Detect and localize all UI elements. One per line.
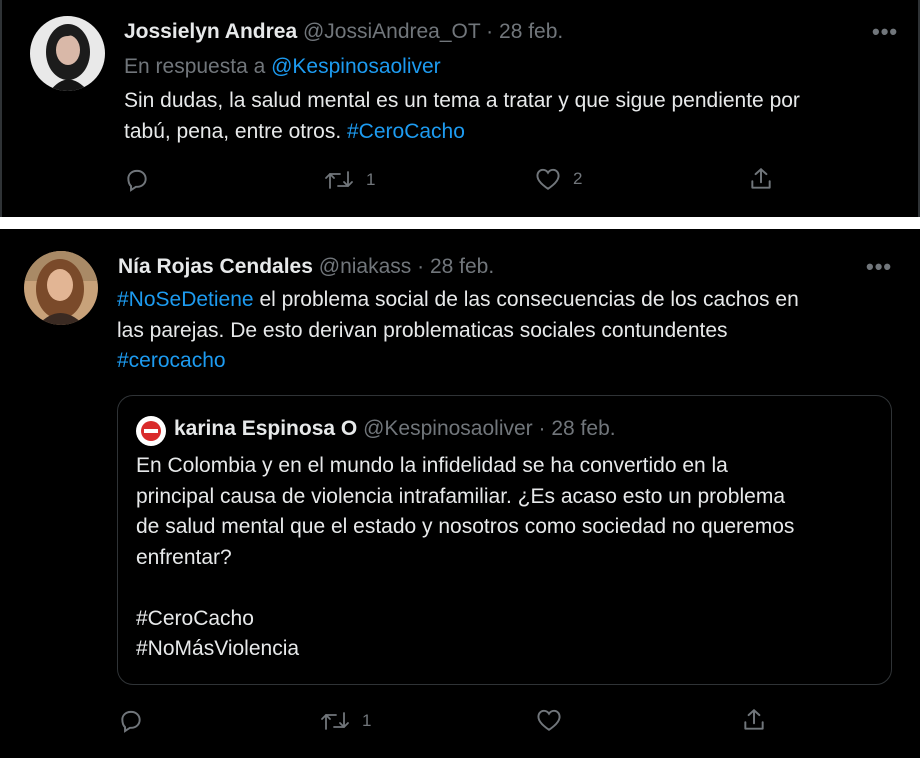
quote-author-name[interactable]: karina Espinosa O xyxy=(174,417,357,440)
author-name[interactable]: Jossielyn Andrea xyxy=(124,20,297,43)
more-icon[interactable]: ••• xyxy=(872,19,898,45)
quote-author-handle[interactable]: @Kespinosaoliver xyxy=(363,417,533,440)
reply-button[interactable] xyxy=(124,166,150,192)
author-name[interactable]: Nía Rojas Cendales xyxy=(118,255,313,278)
share-icon xyxy=(751,168,771,189)
like-icon xyxy=(536,168,560,190)
like-button[interactable]: 2 xyxy=(535,167,582,191)
text-line: las parejas. De esto derivan problematic… xyxy=(117,318,728,342)
more-icon[interactable]: ••• xyxy=(866,254,892,280)
text-line: el problema social de las consecuencias … xyxy=(259,288,799,311)
like-icon xyxy=(537,709,561,731)
retweet-count: 1 xyxy=(366,170,376,189)
avatar[interactable] xyxy=(30,16,105,91)
retweet-icon xyxy=(325,171,353,189)
retweet-count: 1 xyxy=(362,711,372,730)
tweet-nia[interactable]: Nía Rojas Cendales @niakass · 28 feb. ••… xyxy=(0,229,920,758)
tweet-jossielyn[interactable]: Jossielyn Andrea @JossiAndrea_OT · 28 fe… xyxy=(0,0,920,217)
reply-mention[interactable]: @Kespinosaoliver xyxy=(271,55,441,78)
text-line: enfrentar? xyxy=(136,545,232,569)
tweet-text: Sin dudas, la salud mental es un tema a … xyxy=(124,86,800,147)
quote-avatar[interactable] xyxy=(136,416,166,446)
like-button[interactable] xyxy=(536,708,562,732)
retweet-icon xyxy=(321,712,349,730)
quoted-tweet[interactable]: karina Espinosa O @Kespinosaoliver · 28 … xyxy=(117,395,892,685)
avatar[interactable] xyxy=(24,251,98,325)
reply-prefix: En respuesta a xyxy=(124,55,266,78)
reply-icon xyxy=(121,710,141,733)
text-line: principal causa de violencia intrafamili… xyxy=(136,484,786,508)
tweet-date[interactable]: 28 feb. xyxy=(430,255,494,278)
separator: · xyxy=(486,20,494,43)
hashtag[interactable]: #cerocacho xyxy=(117,349,226,372)
reply-button[interactable] xyxy=(118,707,144,733)
separator: · xyxy=(538,417,546,440)
text-line: tabú, pena, entre otros. xyxy=(124,119,342,143)
author-handle[interactable]: @niakass xyxy=(319,255,412,278)
text-line: Sin dudas, la salud mental es un tema a … xyxy=(124,89,800,112)
reply-icon xyxy=(127,169,147,192)
text-line: En Colombia y en el mundo la infidelidad… xyxy=(136,454,728,477)
quote-text: En Colombia y en el mundo la infidelidad… xyxy=(136,451,794,665)
tweet-text: #NoSeDetiene el problema social de las c… xyxy=(117,285,799,377)
retweet-button[interactable]: 1 xyxy=(320,709,371,733)
separator: · xyxy=(417,255,425,278)
tweet-date[interactable]: 28 feb. xyxy=(499,20,563,43)
quote-date[interactable]: 28 feb. xyxy=(551,417,615,440)
like-count: 2 xyxy=(573,169,583,188)
share-button[interactable] xyxy=(741,707,767,733)
author-handle[interactable]: @JossiAndrea_OT xyxy=(303,20,480,43)
hashtag[interactable]: #NoSeDetiene xyxy=(117,288,254,311)
hashtag[interactable]: #NoMásViolencia xyxy=(136,634,794,665)
retweet-button[interactable]: 1 xyxy=(324,168,375,192)
text-line: de salud mental que el estado y nosotros… xyxy=(136,515,795,538)
hashtag[interactable]: #CeroCacho xyxy=(347,120,465,143)
share-icon xyxy=(744,709,764,730)
hashtag[interactable]: #CeroCacho xyxy=(136,604,794,635)
share-button[interactable] xyxy=(748,166,774,192)
